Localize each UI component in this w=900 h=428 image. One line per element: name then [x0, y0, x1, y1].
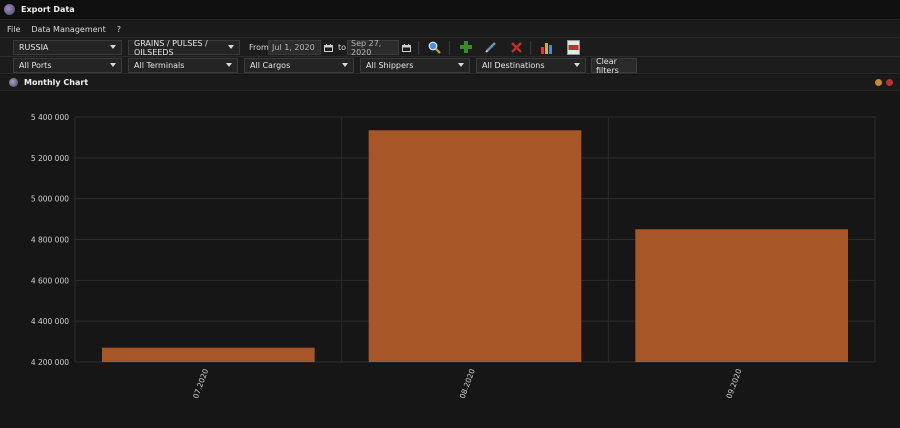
chart-panel-header: Monthly Chart: [0, 75, 900, 91]
bar-chart: 4 200 000 4 400 000 4 600 000 4 800 000 5 00…: [31, 113, 876, 400]
menu-help[interactable]: ?: [113, 25, 125, 34]
from-date-value: Jul 1, 2020: [272, 43, 315, 52]
x-tick-label: 08.2020: [458, 367, 477, 399]
bar-chart-icon[interactable]: [539, 39, 555, 55]
cargos-select[interactable]: All Cargos: [244, 58, 354, 73]
y-tick-label: 4 400 000: [31, 317, 69, 326]
from-date-input[interactable]: Jul 1, 2020: [268, 40, 321, 55]
calendar-icon[interactable]: [399, 40, 413, 55]
y-tick-label: 4 200 000: [31, 358, 69, 367]
menu-bar: File Data Management ?: [0, 21, 900, 37]
from-label: From: [249, 43, 269, 52]
x-tick-label: 07.2020: [191, 367, 210, 399]
title-bar: Export Data: [0, 0, 900, 20]
close-icon[interactable]: [886, 79, 893, 86]
chevron-down-icon: [110, 63, 116, 67]
y-tick-label: 5 200 000: [31, 154, 69, 163]
shippers-select[interactable]: All Shippers: [360, 58, 470, 73]
to-label: to: [338, 43, 347, 52]
pencil-icon[interactable]: [483, 39, 499, 55]
ports-select-value: All Ports: [19, 61, 52, 70]
secondary-filter-toolbar: All Ports All Terminals All Cargos All S…: [0, 57, 900, 75]
chevron-down-icon: [574, 63, 580, 67]
x-icon[interactable]: [508, 39, 524, 55]
chevron-down-icon: [228, 45, 234, 49]
monthly-chart: 4 200 000 4 400 000 4 600 000 4 800 000 5 00…: [0, 92, 900, 428]
terminals-select[interactable]: All Terminals: [128, 58, 238, 73]
chevron-down-icon: [110, 45, 116, 49]
x-tick-label: 09.2020: [724, 367, 743, 399]
magnifier-icon[interactable]: [426, 39, 442, 55]
toolbar-separator: [449, 41, 450, 55]
chevron-down-icon: [458, 63, 464, 67]
destinations-select[interactable]: All Destinations: [476, 58, 586, 73]
menu-data-management[interactable]: Data Management: [27, 25, 109, 34]
chevron-down-icon: [226, 63, 232, 67]
destinations-select-value: All Destinations: [482, 61, 545, 70]
clear-filters-button[interactable]: Clear filters: [591, 57, 637, 75]
chevron-down-icon: [342, 63, 348, 67]
bar-08.2020: [368, 130, 582, 362]
xls-export-icon[interactable]: [565, 39, 581, 55]
panel-icon: [9, 78, 18, 87]
terminals-select-value: All Terminals: [134, 61, 185, 70]
y-tick-label: 4 600 000: [31, 276, 69, 285]
plus-icon[interactable]: [458, 39, 474, 55]
to-date-input[interactable]: Sep 27, 2020: [347, 38, 399, 57]
toolbar-separator: [418, 41, 419, 55]
app-icon: [4, 4, 15, 15]
y-tick-label: 4 800 000: [31, 236, 69, 245]
bar-07.2020: [102, 347, 315, 362]
cargos-select-value: All Cargos: [250, 61, 291, 70]
window-title: Export Data: [21, 5, 75, 14]
country-select-value: RUSSIA: [19, 43, 49, 52]
calendar-icon[interactable]: [321, 40, 335, 55]
y-tick-label: 5 000 000: [31, 195, 69, 204]
minimize-icon[interactable]: [875, 79, 882, 86]
to-date-value: Sep 27, 2020: [351, 38, 382, 57]
filter-toolbar: RUSSIA GRAINS / PULSES / OILSEEDS From J…: [0, 37, 900, 57]
toolbar-separator: [530, 41, 531, 55]
panel-title: Monthly Chart: [24, 78, 89, 87]
menu-file[interactable]: File: [3, 25, 24, 34]
shippers-select-value: All Shippers: [366, 61, 414, 70]
commodity-select[interactable]: GRAINS / PULSES / OILSEEDS: [128, 38, 240, 57]
ports-select[interactable]: All Ports: [13, 58, 122, 73]
y-tick-label: 5 400 000: [31, 113, 69, 122]
commodity-select-value: GRAINS / PULSES / OILSEEDS: [134, 38, 208, 57]
country-select[interactable]: RUSSIA: [13, 40, 122, 55]
bar-09.2020: [635, 229, 848, 362]
